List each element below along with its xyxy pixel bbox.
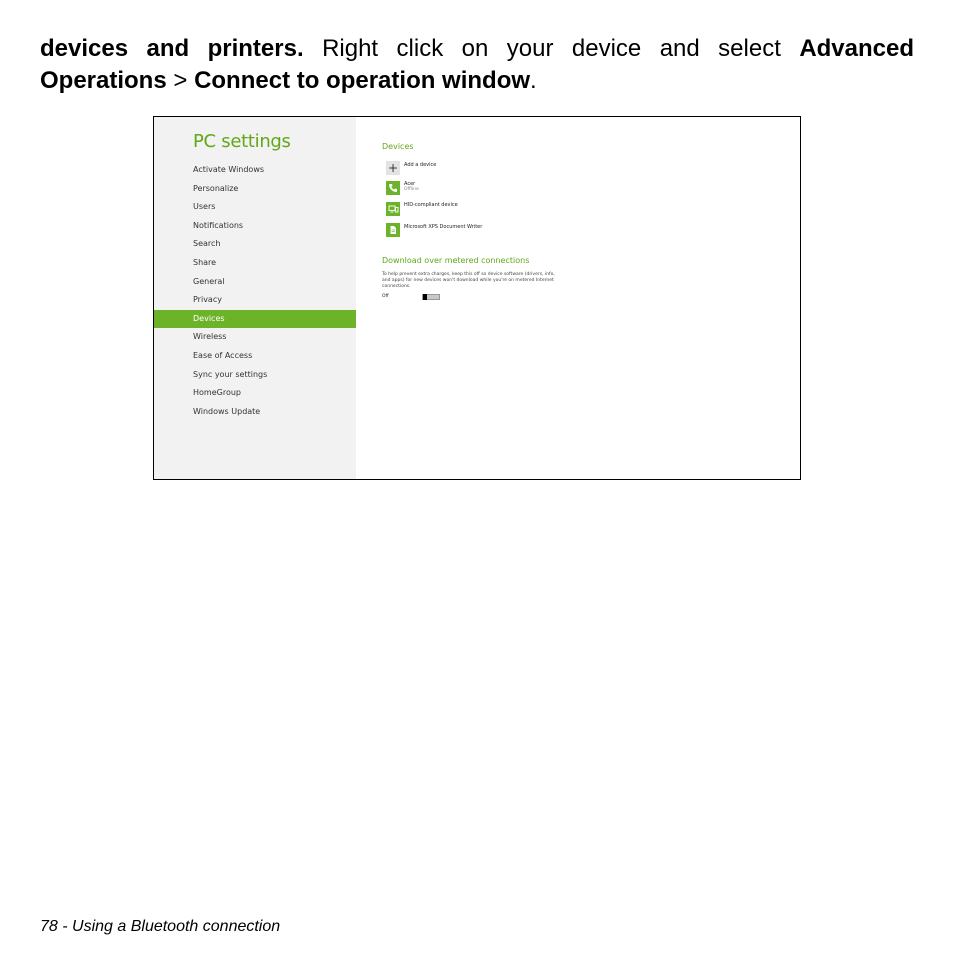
metered-heading: Download over metered connections — [382, 256, 530, 265]
nav-item-sync-settings[interactable]: Sync your settings — [154, 366, 356, 385]
nav-item-general[interactable]: General — [154, 273, 356, 292]
monitor-icon — [386, 202, 400, 216]
nav-item-activate-windows[interactable]: Activate Windows — [154, 161, 356, 180]
intro-bold-connect-window: Connect to operation window — [194, 67, 531, 94]
nav-item-users[interactable]: Users — [154, 198, 356, 217]
nav-item-share[interactable]: Share — [154, 254, 356, 273]
nav-item-devices[interactable]: Devices — [154, 309, 356, 329]
intro-text-period: . — [530, 67, 537, 94]
plus-icon: + — [386, 161, 400, 175]
settings-nav-pane: PC settings Activate Windows Personalize… — [154, 117, 356, 479]
nav-item-search[interactable]: Search — [154, 235, 356, 254]
intro-text-separator: > — [166, 67, 195, 94]
document-icon — [386, 223, 400, 237]
intro-text-right-click: Right click on your device and select — [303, 35, 800, 62]
page-footer: 78 - Using a Bluetooth connection — [40, 918, 281, 935]
metered-toggle[interactable] — [422, 294, 440, 300]
nav-item-personalize[interactable]: Personalize — [154, 180, 356, 199]
device-name-xps-writer: Microsoft XPS Document Writer — [404, 224, 483, 230]
pc-settings-screenshot: PC settings Activate Windows Personalize… — [153, 116, 801, 480]
phone-icon — [386, 181, 400, 195]
nav-item-notifications[interactable]: Notifications — [154, 217, 356, 236]
metered-description: To help prevent extra charges, keep this… — [382, 272, 555, 289]
nav-item-ease-of-access[interactable]: Ease of Access — [154, 347, 356, 366]
nav-item-wireless[interactable]: Wireless — [154, 328, 356, 347]
intro-paragraph: devices and printers. Right click on you… — [40, 33, 914, 97]
nav-item-windows-update[interactable]: Windows Update — [154, 403, 356, 422]
devices-content-pane: Devices + Add a device Acer Offline HID-… — [356, 117, 800, 479]
devices-heading: Devices — [382, 142, 414, 151]
pc-settings-title: PC settings — [193, 131, 291, 152]
metered-toggle-label: Off — [382, 294, 389, 299]
toggle-knob — [423, 294, 427, 300]
device-name-hid: HID-compliant device — [404, 202, 458, 208]
nav-item-homegroup[interactable]: HomeGroup — [154, 384, 356, 403]
intro-bold-devices-printers: devices and printers. — [40, 35, 304, 62]
nav-item-privacy[interactable]: Privacy — [154, 291, 356, 310]
device-status-acer: Offline — [404, 187, 419, 192]
add-device-label: Add a device — [404, 162, 437, 168]
